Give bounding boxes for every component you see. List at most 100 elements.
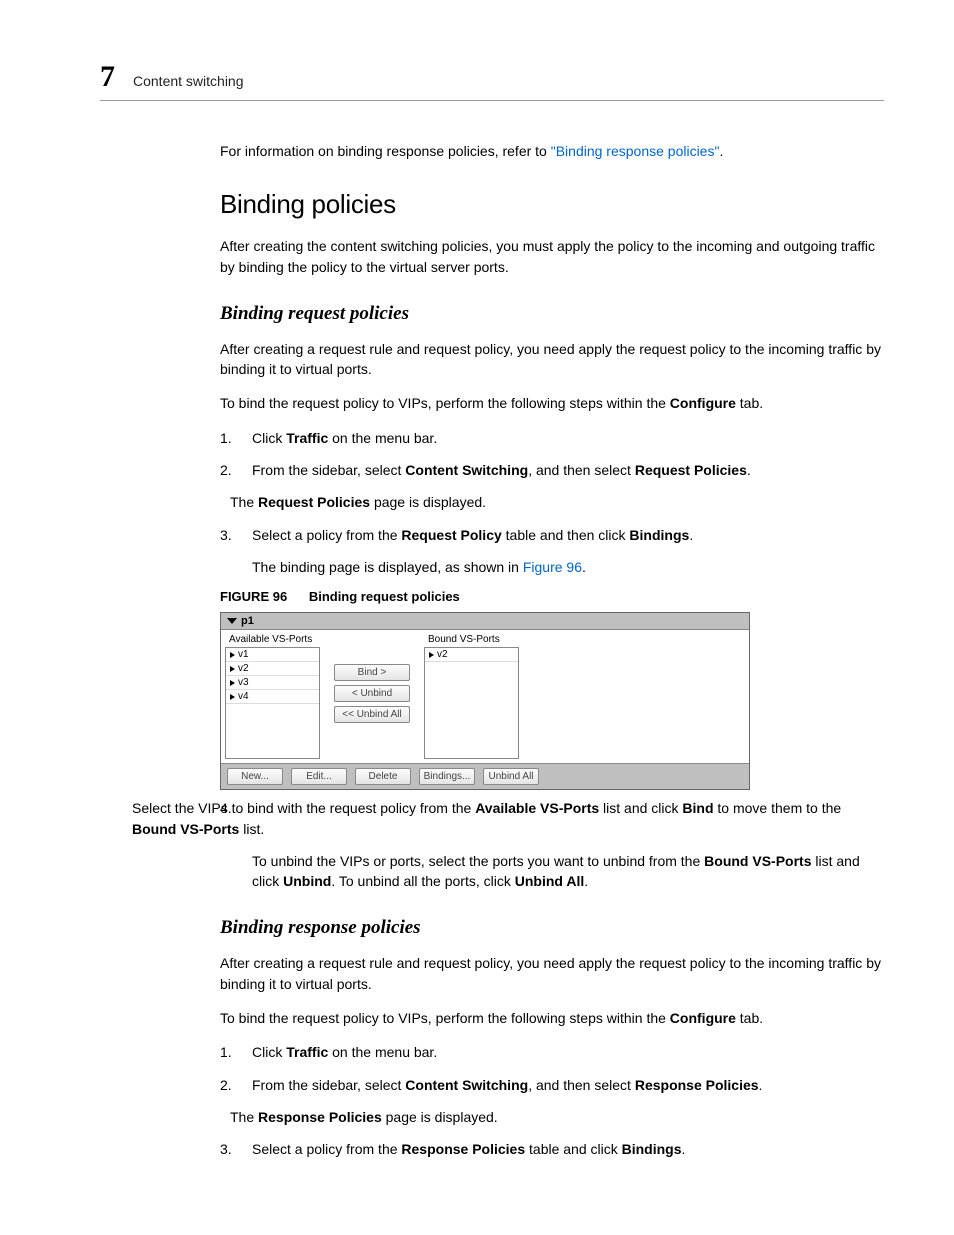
link-figure-96[interactable]: Figure 96	[523, 559, 582, 575]
text: .	[584, 873, 588, 889]
text: .	[689, 527, 693, 543]
bindings-button[interactable]: Bindings...	[419, 768, 475, 785]
unbind-all-bottom-button[interactable]: Unbind All	[483, 768, 539, 785]
step-2-sub: The Request Policies page is displayed.	[230, 492, 884, 512]
bold-response-policies: Response Policies	[401, 1141, 525, 1157]
transfer-buttons: Bind > < Unbind << Unbind All	[324, 630, 420, 763]
delete-button[interactable]: Delete	[355, 768, 411, 785]
page: 7 Content switching For information on b…	[0, 0, 954, 1232]
bold-content-switching: Content Switching	[405, 462, 528, 478]
bold-configure: Configure	[670, 395, 736, 411]
text: Select the VIPs to bind with the request…	[132, 800, 475, 816]
para-response-2: To bind the request policy to VIPs, perf…	[220, 1008, 884, 1028]
para-binding-policies: After creating the content switching pol…	[220, 236, 884, 277]
figure-binding-request: p1 Available VS-Ports v1 v2 v3 v4 Bind >…	[220, 612, 750, 790]
step-number: 1.	[220, 1042, 238, 1062]
step-text: Click Traffic on the menu bar.	[252, 428, 437, 448]
expand-icon	[429, 652, 434, 658]
resp-step-1: 1. Click Traffic on the menu bar.	[220, 1042, 884, 1062]
chapter-number: 7	[100, 60, 115, 94]
text: To bind the request policy to VIPs, perf…	[220, 1010, 670, 1026]
unbind-all-button[interactable]: << Unbind All	[334, 706, 410, 723]
text: .	[582, 559, 586, 575]
list-item[interactable]: v1	[226, 648, 319, 662]
bold-unbind: Unbind	[283, 873, 331, 889]
text: tab.	[736, 395, 763, 411]
figure-body: Available VS-Ports v1 v2 v3 v4 Bind > < …	[221, 630, 749, 763]
text: tab.	[736, 1010, 763, 1026]
expand-icon	[230, 666, 235, 672]
unbind-button[interactable]: < Unbind	[334, 685, 410, 702]
text: .	[747, 462, 751, 478]
text: Select a policy from the	[252, 527, 401, 543]
bold-response-policies: Response Policies	[635, 1077, 759, 1093]
text: . To unbind all the ports, click	[331, 873, 514, 889]
bound-list[interactable]: v2	[424, 647, 519, 759]
text: table and then click	[502, 527, 630, 543]
resp-step-2-sub: The Response Policies page is displayed.	[230, 1107, 884, 1127]
header-title: Content switching	[133, 73, 244, 89]
collapse-icon[interactable]	[227, 618, 237, 624]
policy-name: p1	[241, 615, 254, 627]
bold-request-policies-page: Request Policies	[258, 494, 370, 510]
item-label: v2	[238, 663, 249, 674]
heading-binding-response: Binding response policies	[220, 917, 884, 939]
heading-binding-policies: Binding policies	[220, 189, 884, 220]
resp-step-2: 2. From the sidebar, select Content Swit…	[220, 1075, 884, 1095]
available-list[interactable]: v1 v2 v3 v4	[225, 647, 320, 759]
text: to move them to the	[714, 800, 842, 816]
link-binding-response[interactable]: "Binding response policies"	[551, 143, 720, 159]
text: The	[230, 1109, 258, 1125]
step-2: 2. From the sidebar, select Content Swit…	[220, 460, 884, 480]
text: Click	[252, 430, 286, 446]
available-column: Available VS-Ports v1 v2 v3 v4	[221, 630, 324, 763]
text: The binding page is displayed, as shown …	[252, 559, 523, 575]
para-request-2: To bind the request policy to VIPs, perf…	[220, 393, 884, 413]
bold-bindings: Bindings	[629, 527, 689, 543]
expand-icon	[230, 680, 235, 686]
intro-text-post: .	[719, 143, 723, 159]
bold-traffic: Traffic	[286, 1044, 328, 1060]
bold-request-policies: Request Policies	[635, 462, 747, 478]
text: list.	[239, 821, 264, 837]
para-request-1: After creating a request rule and reques…	[220, 339, 884, 380]
bold-configure: Configure	[670, 1010, 736, 1026]
new-button[interactable]: New...	[227, 768, 283, 785]
bound-label: Bound VS-Ports	[424, 632, 519, 647]
text: The	[230, 494, 258, 510]
text: Select a policy from the	[252, 1141, 401, 1157]
bound-column: Bound VS-Ports v2	[420, 630, 523, 763]
list-item[interactable]: v4	[226, 690, 319, 704]
step-number: 3.	[220, 1139, 238, 1159]
step-text: From the sidebar, select Content Switchi…	[252, 460, 751, 480]
list-item[interactable]: v2	[425, 648, 518, 662]
text: page is displayed.	[382, 1109, 498, 1125]
text: on the menu bar.	[328, 430, 437, 446]
list-item[interactable]: v2	[226, 662, 319, 676]
figure-title: Binding request policies	[309, 589, 460, 604]
text: To bind the request policy to VIPs, perf…	[220, 395, 670, 411]
step-text: Select a policy from the Request Policy …	[252, 525, 693, 545]
bold-unbind-all: Unbind All	[515, 873, 584, 889]
step-3-sub: The binding page is displayed, as shown …	[252, 557, 884, 577]
bind-button[interactable]: Bind >	[334, 664, 410, 681]
list-item[interactable]: v3	[226, 676, 319, 690]
step-1: 1. Click Traffic on the menu bar.	[220, 428, 884, 448]
figure-titlebar[interactable]: p1	[221, 613, 749, 630]
edit-button[interactable]: Edit...	[291, 768, 347, 785]
text: To unbind the VIPs or ports, select the …	[252, 853, 704, 869]
bold-request-policy: Request Policy	[401, 527, 501, 543]
expand-icon	[230, 652, 235, 658]
bold-available-vs-ports: Available VS-Ports	[475, 800, 599, 816]
text: .	[682, 1141, 686, 1157]
bold-bound-vs-ports: Bound VS-Ports	[704, 853, 811, 869]
bold-traffic: Traffic	[286, 430, 328, 446]
bold-bind: Bind	[682, 800, 713, 816]
text: table and click	[525, 1141, 622, 1157]
figure-bottom-bar: New... Edit... Delete Bindings... Unbind…	[221, 763, 749, 789]
step-number: 2.	[220, 1075, 238, 1095]
step-text: Select a policy from the Response Polici…	[252, 1139, 685, 1159]
bold-bound-vs-ports: Bound VS-Ports	[132, 821, 239, 837]
page-header: 7 Content switching	[100, 60, 884, 101]
item-label: v2	[437, 649, 448, 660]
